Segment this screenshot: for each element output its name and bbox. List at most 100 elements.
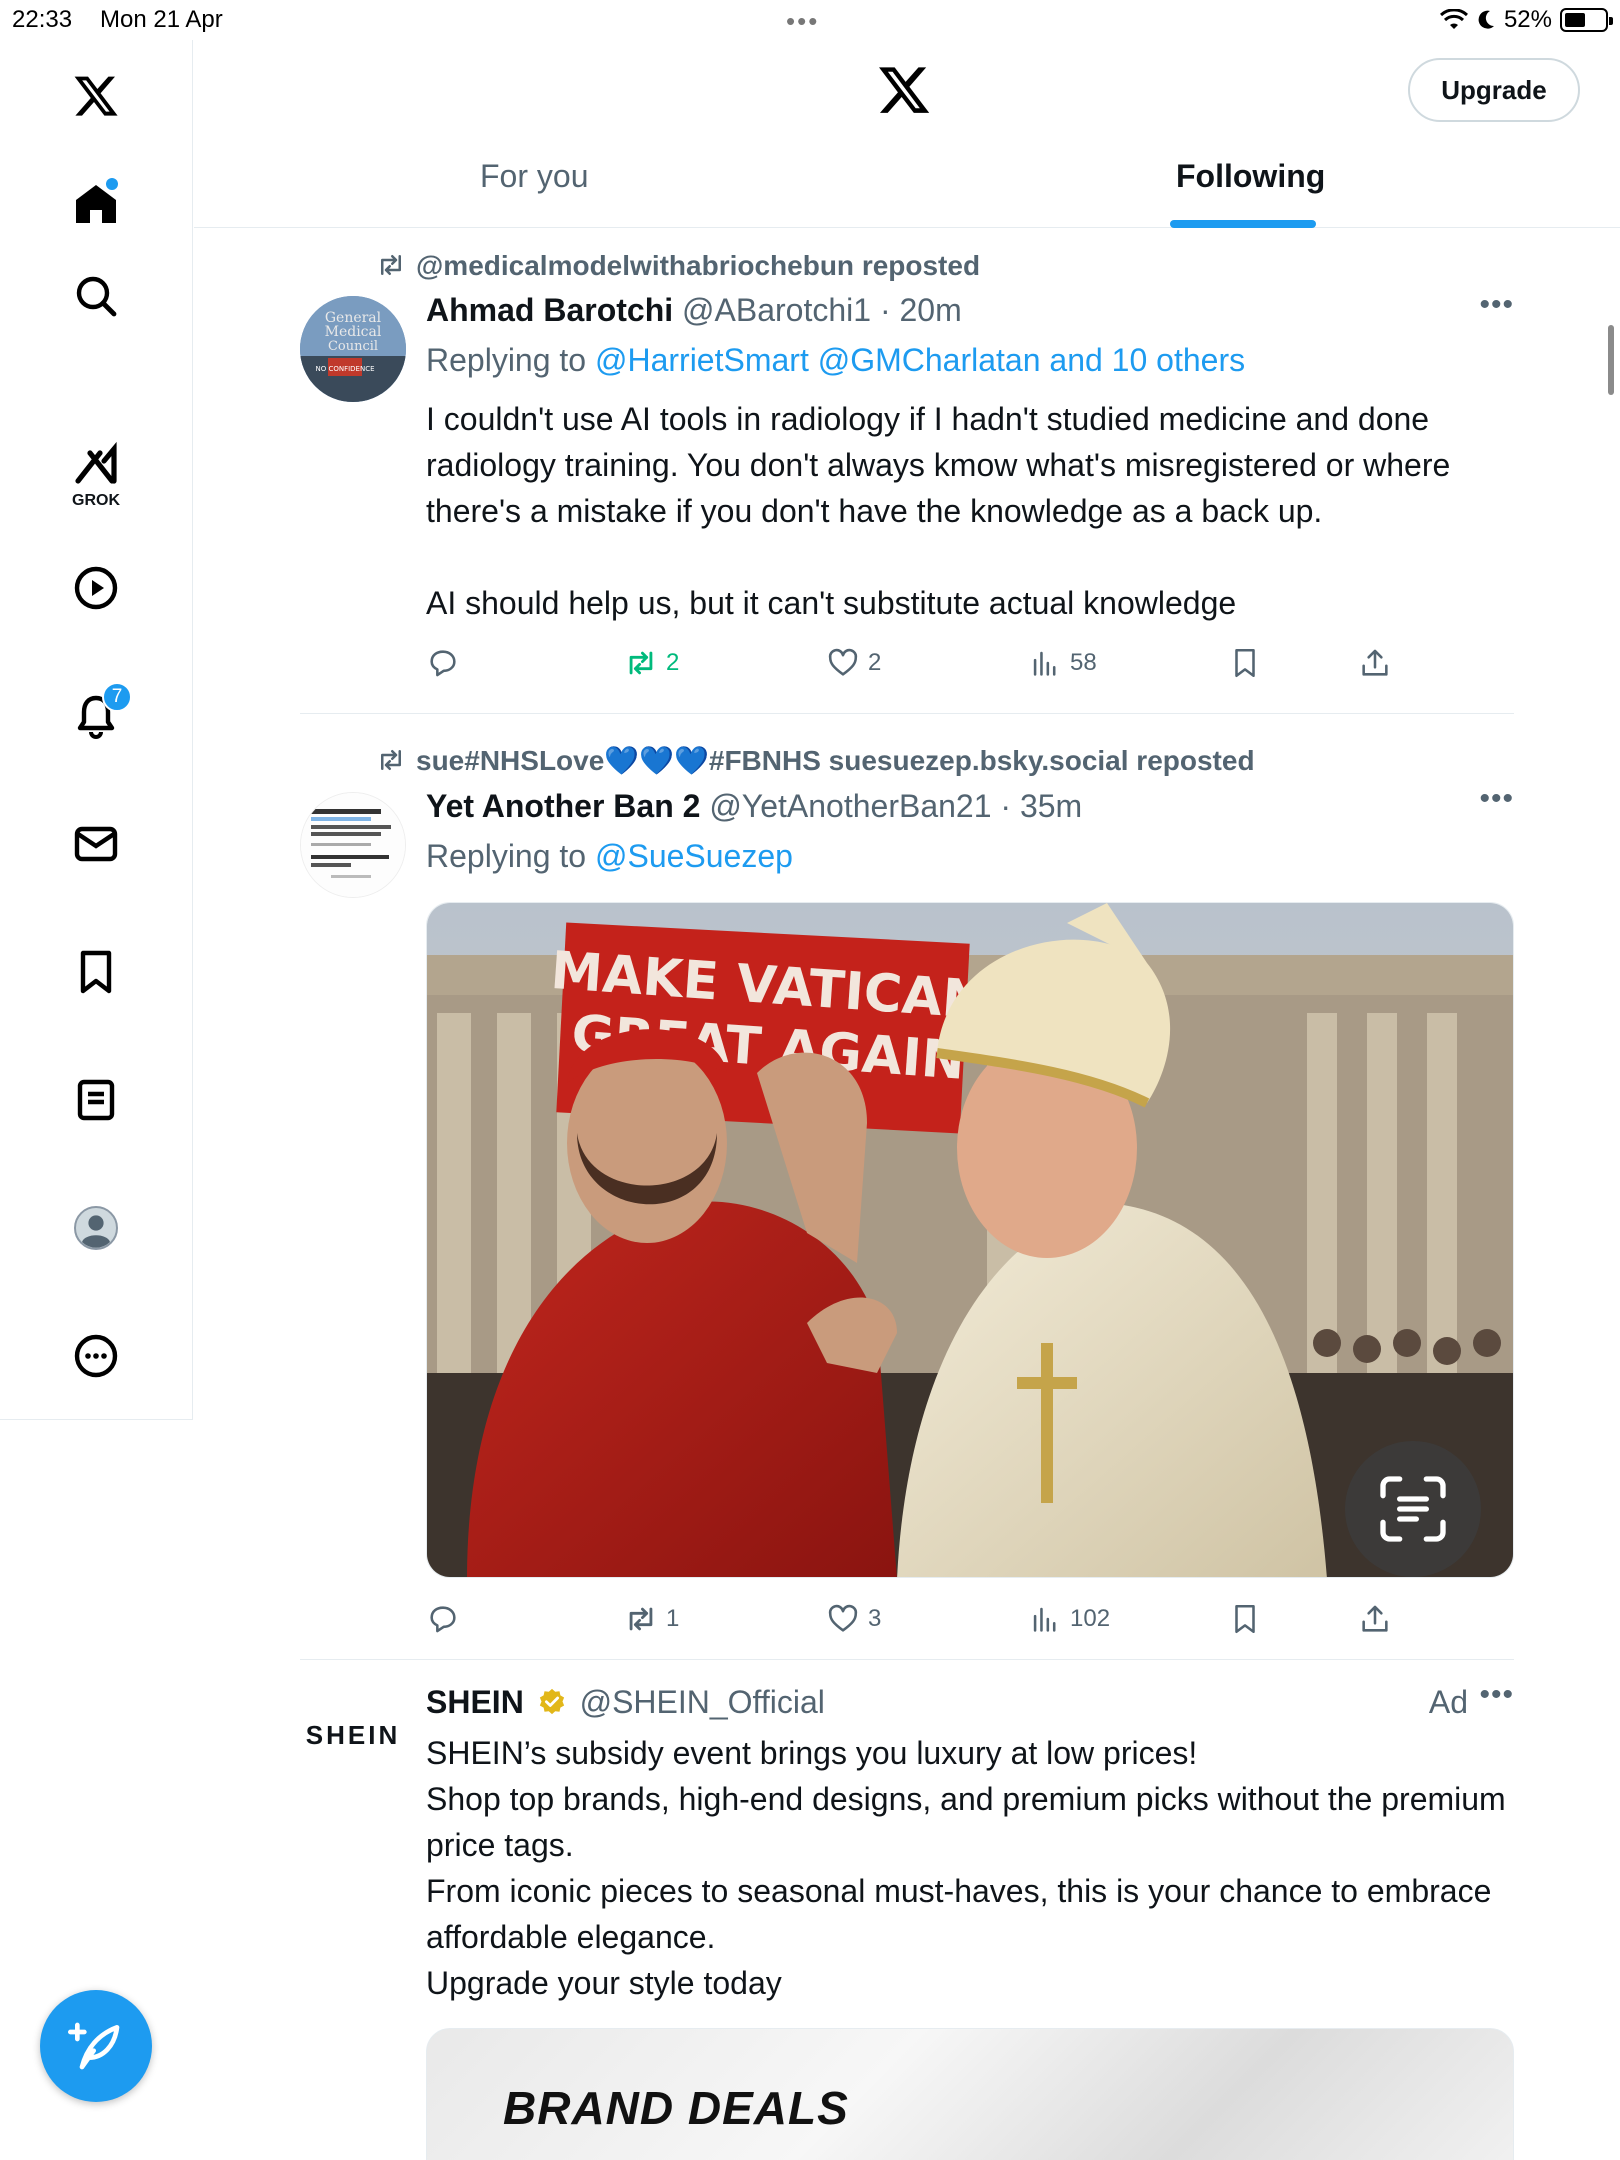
author-name[interactable]: Yet Another Ban 2 <box>426 788 700 824</box>
replying-mentions[interactable]: @HarrietSmart @GMCharlatan and 10 others <box>595 342 1245 378</box>
like-count: 2 <box>868 649 882 676</box>
share-icon <box>1362 1605 1388 1632</box>
sidebar-item-grok[interactable]: GROK <box>60 440 132 512</box>
profile-icon <box>74 1206 118 1250</box>
advertiser-logo[interactable]: SHEIN <box>300 1682 406 1788</box>
moon-icon <box>1478 10 1494 29</box>
share-button[interactable] <box>1358 646 1392 680</box>
scroll-indicator[interactable] <box>1608 325 1614 395</box>
avatar-image <box>301 793 405 897</box>
sidebar-item-lists[interactable] <box>60 1064 132 1136</box>
ad-post-card[interactable]: SHEIN SHEIN @SHEIN_Official Ad ••• SHEIN… <box>300 1662 1514 2160</box>
separator-dot: · <box>991 788 1020 824</box>
reply-button[interactable] <box>426 646 468 680</box>
repost-button[interactable]: 1 <box>624 1602 679 1636</box>
sidebar-item-video[interactable] <box>60 552 132 624</box>
views-count: 102 <box>1070 1605 1111 1632</box>
repost-count: 2 <box>666 649 680 676</box>
author-name[interactable]: SHEIN <box>426 1684 524 1720</box>
repost-context-text: @medicalmodelwithabriochebun reposted <box>416 250 981 281</box>
x-logo-header-icon <box>879 67 930 113</box>
repost-icon <box>629 1607 653 1631</box>
messages-icon <box>74 826 118 862</box>
reply-button[interactable] <box>426 1602 468 1636</box>
text-scan-icon <box>1380 1476 1446 1542</box>
reply-icon <box>430 1606 456 1633</box>
bookmark-button[interactable] <box>1228 1602 1262 1636</box>
battery-icon <box>1560 8 1613 32</box>
author-handle[interactable]: @YetAnotherBan21 <box>709 788 991 824</box>
wifi-icon <box>1439 9 1468 29</box>
repost-context: @medicalmodelwithabriochebun reposted <box>376 250 980 282</box>
repost-count: 1 <box>666 1605 680 1632</box>
post-author-line: Ahmad Barotchi @ABarotchi1 · 20m <box>426 292 962 329</box>
post-more-button[interactable]: ••• <box>1479 288 1514 322</box>
post-author-line: SHEIN @SHEIN_Official <box>426 1684 825 1721</box>
bookmark-button[interactable] <box>1228 646 1262 680</box>
post-text: I couldn't use AI tools in radiology if … <box>426 401 1451 621</box>
status-time: 22:33 <box>12 6 73 33</box>
avatar-image: General Medical Council NO CONFIDENCE <box>300 296 406 402</box>
bookmark-icon <box>1235 648 1255 678</box>
post-actions: 1 3 102 <box>426 1602 1426 1642</box>
replying-mentions[interactable]: @SueSuezep <box>595 838 793 874</box>
post-more-button[interactable]: ••• <box>1479 1678 1514 1712</box>
views-button[interactable]: 58 <box>1028 646 1097 680</box>
repost-button[interactable]: 2 <box>624 646 679 680</box>
sidebar: GROK 7 <box>0 40 193 1420</box>
like-count: 3 <box>868 1605 882 1632</box>
post-image-illustration: MAKE VATICAN GREAT AGAIN <box>427 903 1513 1577</box>
post-card[interactable]: sue#NHSLove💙💙💙#FBNHS suesuezep.bsky.soci… <box>300 716 1514 1660</box>
separator-dot: · <box>871 292 900 328</box>
post-card[interactable]: @medicalmodelwithabriochebun reposted Ge… <box>300 230 1514 714</box>
author-handle[interactable]: @SHEIN_Official <box>580 1684 825 1720</box>
verified-badge-icon <box>539 1688 564 1715</box>
compose-icon <box>68 2022 120 2070</box>
repost-small-icon <box>381 750 401 770</box>
share-button[interactable] <box>1358 1602 1392 1636</box>
bookmarks-icon <box>80 950 112 994</box>
views-icon <box>1033 651 1056 676</box>
replying-prefix: Replying to <box>426 838 595 874</box>
visual-lookup-button[interactable] <box>1345 1441 1481 1577</box>
views-button[interactable]: 102 <box>1028 1602 1110 1636</box>
like-button[interactable]: 2 <box>826 646 881 680</box>
sidebar-item-profile[interactable] <box>60 1192 132 1264</box>
author-name[interactable]: Ahmad Barotchi <box>426 292 673 328</box>
status-bar: 22:33 Mon 21 Apr ••• 52% <box>0 0 1620 40</box>
compose-button[interactable] <box>40 1990 152 2102</box>
sidebar-item-bookmarks[interactable] <box>60 936 132 1008</box>
repost-small-icon <box>381 255 401 275</box>
battery-percent: 52% <box>1503 6 1552 33</box>
svg-text:Council: Council <box>328 339 378 354</box>
sidebar-item-search[interactable] <box>60 260 132 332</box>
avatar[interactable]: General Medical Council NO CONFIDENCE <box>300 296 406 402</box>
post-image[interactable]: MAKE VATICAN GREAT AGAIN <box>426 902 1514 1578</box>
avatar[interactable] <box>300 792 406 898</box>
multitasking-dots[interactable]: ••• <box>786 6 819 37</box>
replying-prefix: Replying to <box>426 342 595 378</box>
ad-card-image[interactable]: BRAND DEALS <box>426 2028 1514 2160</box>
tab-for-you[interactable]: For you <box>480 158 588 195</box>
post-more-button[interactable]: ••• <box>1479 782 1514 816</box>
ad-card-title: BRAND DEALS <box>503 2082 849 2134</box>
post-time[interactable]: 35m <box>1020 788 1082 824</box>
tab-following[interactable]: Following <box>1176 158 1325 195</box>
views-icon <box>1033 1607 1056 1632</box>
sidebar-item-more[interactable] <box>60 1320 132 1392</box>
sidebar-item-messages[interactable] <box>60 808 132 880</box>
search-icon <box>76 276 117 317</box>
post-time[interactable]: 20m <box>899 292 961 328</box>
sidebar-item-home[interactable] <box>60 168 132 240</box>
sidebar-item-notifications[interactable]: 7 <box>60 680 132 752</box>
x-logo[interactable] <box>60 60 132 132</box>
lists-icon <box>77 1079 115 1121</box>
svg-text:Medical: Medical <box>325 324 382 340</box>
x-logo-icon <box>74 76 118 116</box>
grok-icon <box>75 441 117 484</box>
like-button[interactable]: 3 <box>826 1602 881 1636</box>
active-tab-indicator <box>1170 220 1316 228</box>
grok-label: GROK <box>72 492 120 509</box>
author-handle[interactable]: @ABarotchi1 <box>682 292 871 328</box>
upgrade-button[interactable]: Upgrade <box>1408 58 1580 122</box>
